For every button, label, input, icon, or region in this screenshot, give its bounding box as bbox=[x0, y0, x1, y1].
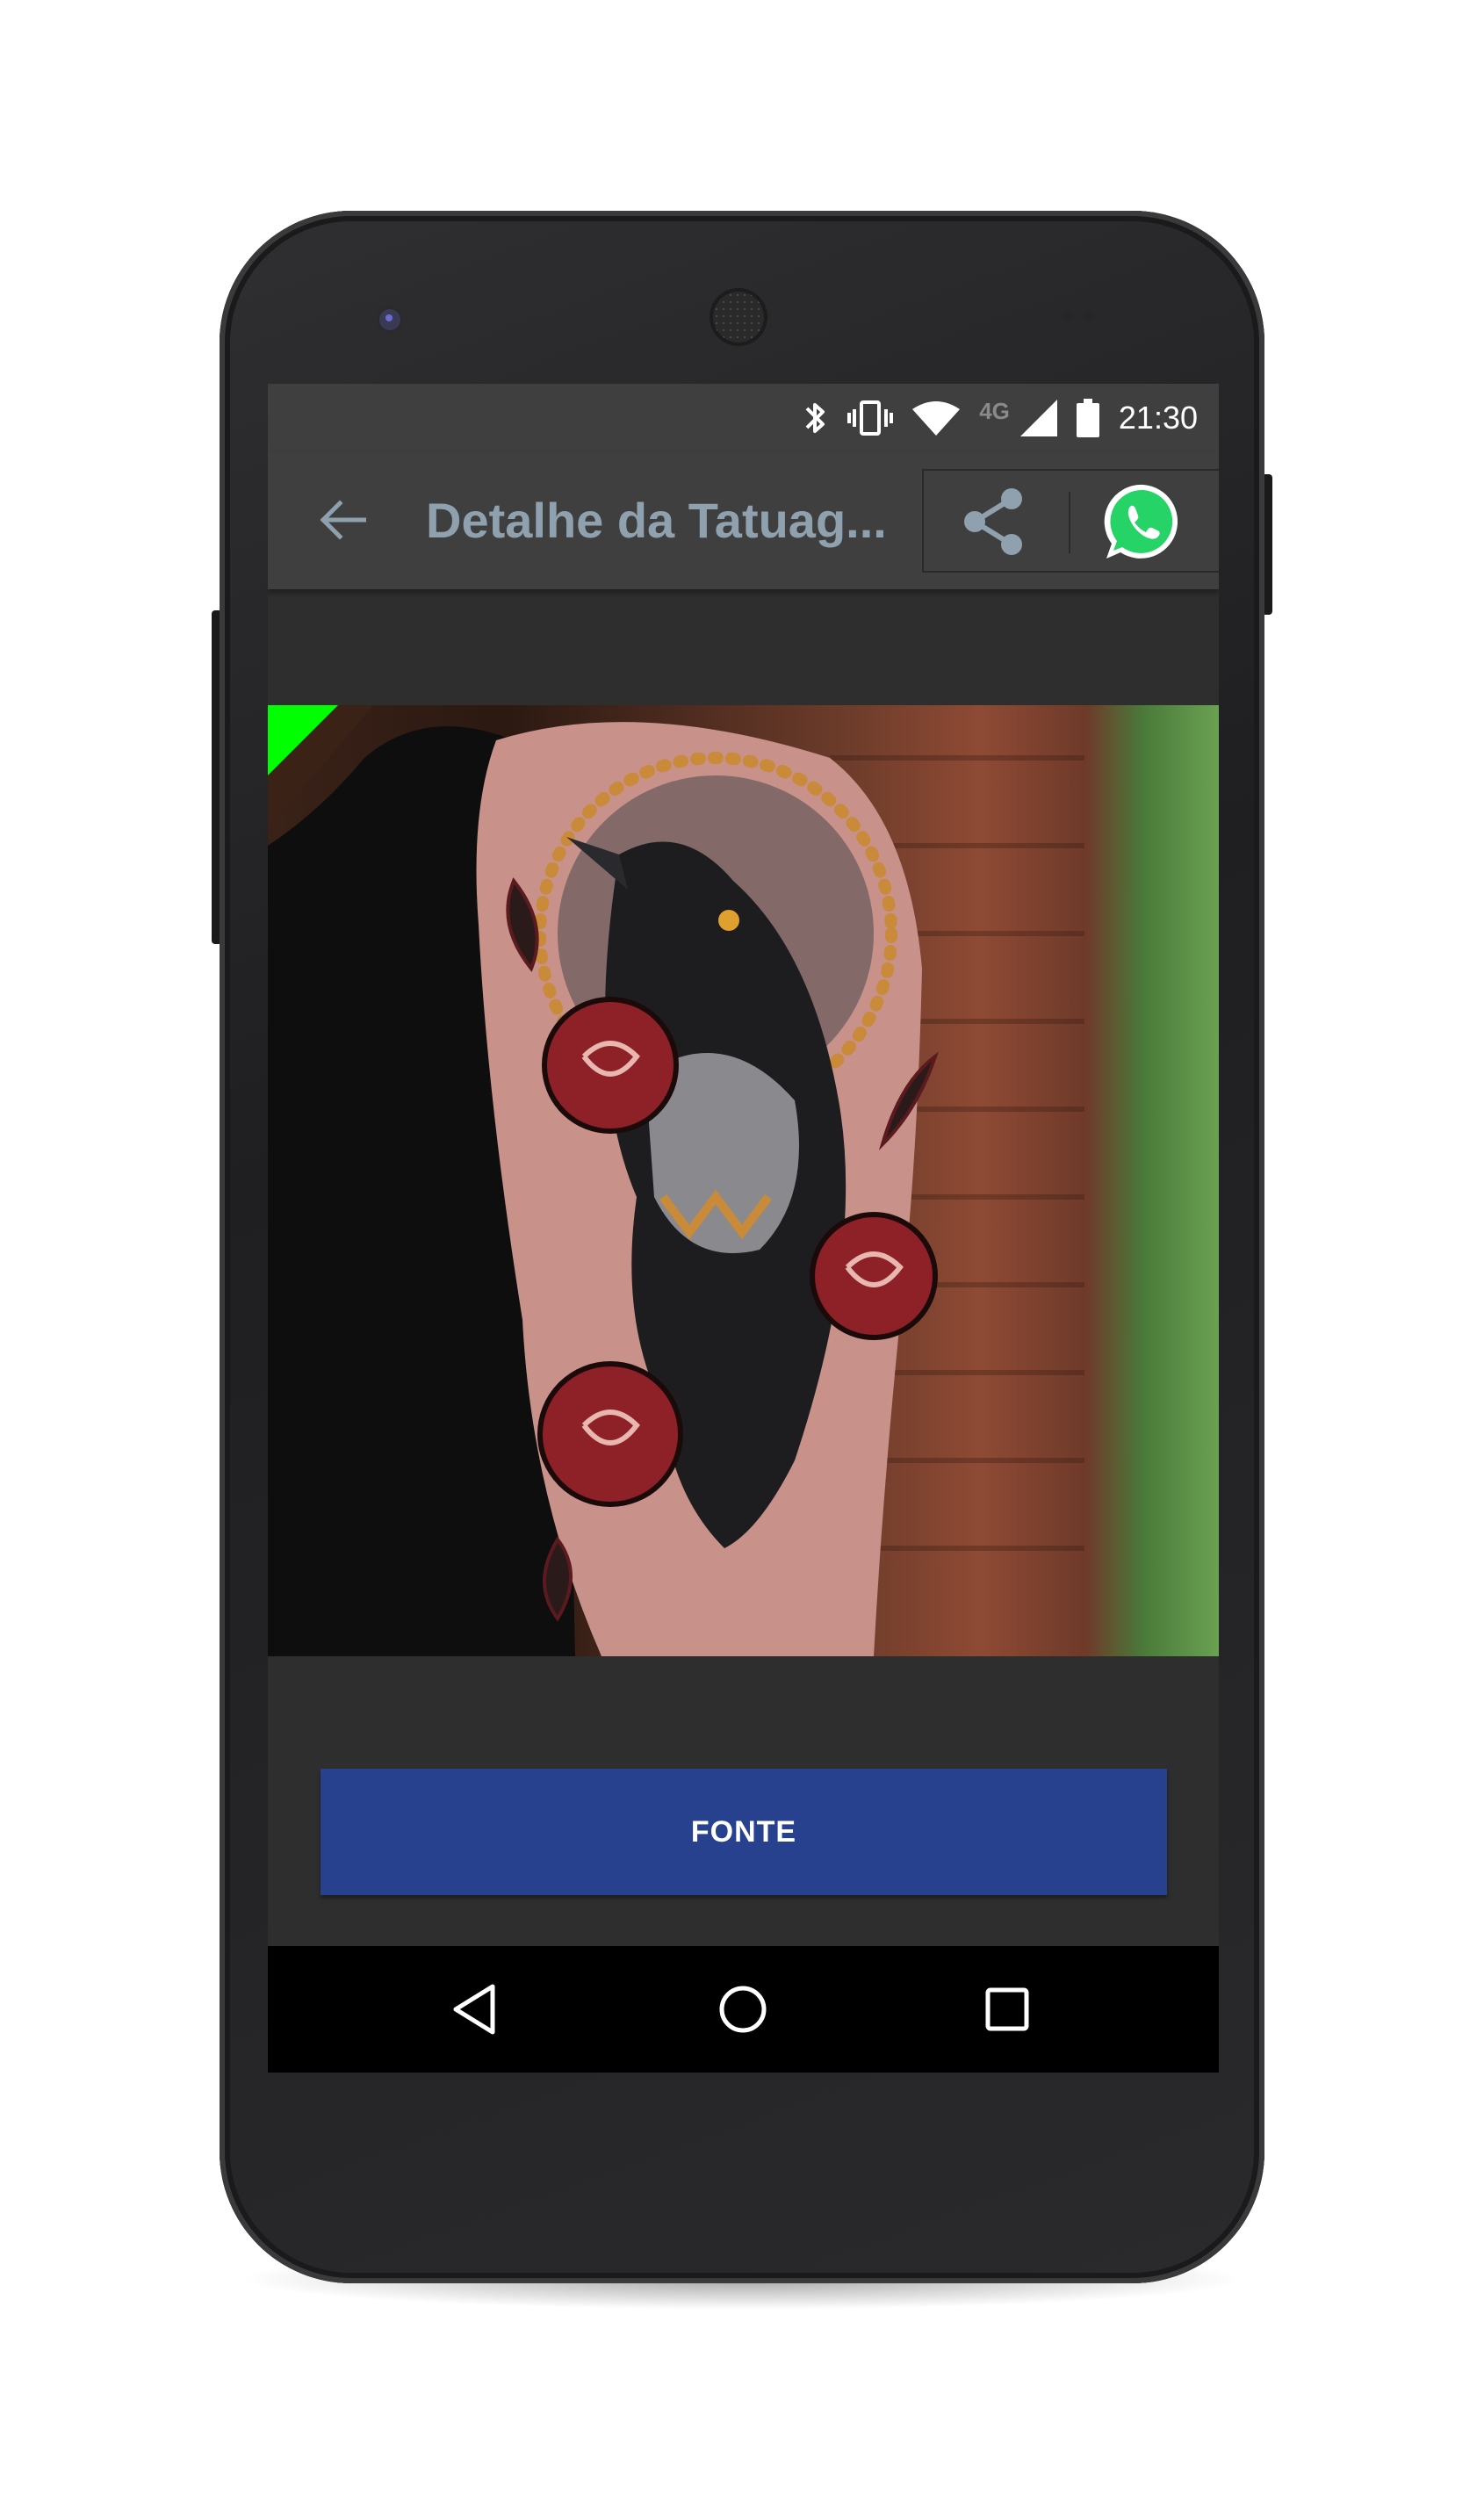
corner-badge bbox=[268, 705, 338, 775]
app-toolbar: Detalhe da Tatuag... bbox=[268, 452, 1219, 589]
app-screen: 4G 21:30 Detalhe da Tatuag... FONTE bbox=[268, 384, 1219, 2073]
status-bar: 4G 21:30 bbox=[268, 384, 1219, 452]
wifi-icon bbox=[912, 400, 961, 436]
nav-back-icon[interactable] bbox=[443, 1978, 507, 2041]
status-clock: 21:30 bbox=[1118, 400, 1198, 436]
front-camera bbox=[379, 309, 400, 330]
share-icon[interactable] bbox=[959, 487, 1029, 557]
page-title: Detalhe da Tatuag... bbox=[426, 493, 887, 548]
bluetooth-icon bbox=[802, 400, 828, 436]
battery-icon bbox=[1076, 399, 1099, 437]
whatsapp-icon[interactable] bbox=[1099, 478, 1187, 566]
earpiece-speaker bbox=[713, 292, 764, 342]
nav-recents-icon[interactable] bbox=[976, 1978, 1039, 2041]
vibrate-icon bbox=[847, 400, 894, 436]
fonte-button[interactable]: FONTE bbox=[321, 1769, 1167, 1895]
proximity-sensors bbox=[1063, 309, 1106, 323]
arrow-back-icon[interactable] bbox=[312, 489, 373, 551]
toolbar-actions bbox=[922, 469, 1219, 573]
network-type-label: 4G bbox=[979, 397, 1010, 424]
nav-home-icon[interactable] bbox=[711, 1978, 774, 2041]
cellular-signal-icon bbox=[1019, 400, 1057, 436]
action-divider bbox=[1069, 492, 1070, 553]
navigation-bar bbox=[268, 1946, 1219, 2073]
tattoo-photo[interactable] bbox=[268, 705, 1219, 1656]
